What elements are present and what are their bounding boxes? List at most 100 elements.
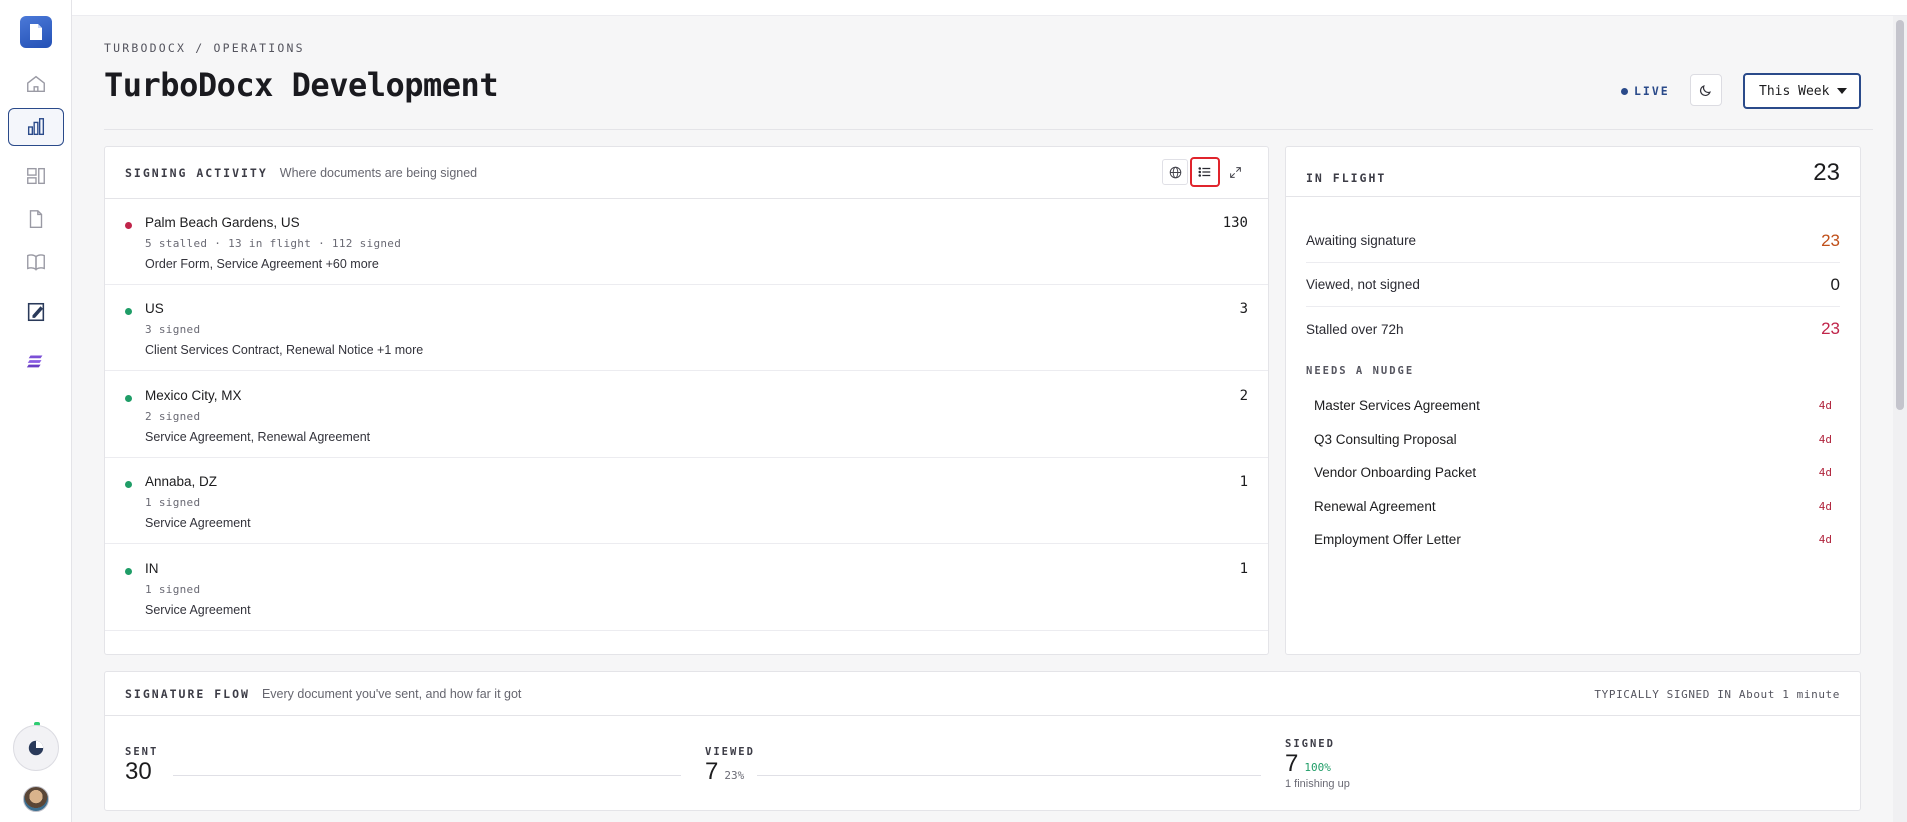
location-row[interactable]: IN 1 signed Service Agreement 1 xyxy=(105,545,1268,631)
typical-sign-time: TYPICALLY SIGNED IN About 1 minute xyxy=(1594,688,1840,701)
expand-button[interactable] xyxy=(1222,159,1248,185)
location-count: 130 xyxy=(1222,215,1248,231)
breadcrumb: TURBODOCX / OPERATIONS xyxy=(104,41,305,55)
location-stats: 5 stalled · 13 in flight · 112 signed xyxy=(145,237,402,250)
app-logo[interactable] xyxy=(20,16,52,48)
sidebar-item-documents[interactable] xyxy=(8,200,64,238)
nudge-item[interactable]: Vendor Onboarding Packet 4d xyxy=(1314,461,1832,483)
in-flight-header: IN FLIGHT 23 xyxy=(1286,147,1860,197)
location-status-dot xyxy=(125,395,132,402)
bar-chart-icon xyxy=(27,118,45,136)
date-range-value: This Week xyxy=(1759,83,1830,99)
document-icon xyxy=(29,210,43,228)
location-documents: Client Services Contract, Renewal Notice… xyxy=(145,343,424,357)
theme-toggle-button[interactable] xyxy=(1690,74,1722,106)
location-row[interactable]: Mexico City, MX 2 signed Service Agreeme… xyxy=(105,372,1268,458)
location-name: US xyxy=(145,301,164,316)
live-label: LIVE xyxy=(1634,84,1670,98)
nudge-item[interactable]: Renewal Agreement 4d xyxy=(1314,495,1832,517)
location-stats: 3 signed xyxy=(145,323,201,336)
scrollbar-thumb[interactable] xyxy=(1896,20,1904,410)
flow-stage-viewed: VIEWED 7 23% xyxy=(705,746,755,786)
location-row[interactable]: US 3 signed Client Services Contract, Re… xyxy=(105,285,1268,371)
sidebar-item-library[interactable] xyxy=(8,243,64,281)
metric-viewed-not-signed[interactable]: Viewed, not signed 0 xyxy=(1306,263,1840,307)
location-status-dot xyxy=(125,222,132,229)
usage-button[interactable] xyxy=(13,725,59,771)
sidebar-item-brand[interactable] xyxy=(8,342,64,380)
location-documents: Service Agreement xyxy=(145,516,251,530)
location-status-dot xyxy=(125,481,132,488)
metric-value: 23 xyxy=(1821,319,1840,338)
location-stats: 1 signed xyxy=(145,583,201,596)
location-count: 2 xyxy=(1239,388,1248,404)
stage-note: 1 finishing up xyxy=(1285,778,1350,790)
user-avatar[interactable] xyxy=(23,786,49,812)
location-row[interactable]: Annaba, DZ 1 signed Service Agreement 1 xyxy=(105,458,1268,544)
metric-awaiting-signature[interactable]: Awaiting signature 23 xyxy=(1306,219,1840,263)
list-view-button[interactable] xyxy=(1190,157,1220,187)
stage-percent: 23% xyxy=(724,769,745,782)
in-flight-total: 23 xyxy=(1813,159,1840,186)
metric-value: 23 xyxy=(1821,230,1840,250)
signature-flow-label: SIGNATURE FLOW xyxy=(125,686,250,701)
nudge-age: 4d xyxy=(1818,532,1832,546)
page-title: TurboDocx Development xyxy=(104,66,499,104)
stage-value: 30 xyxy=(125,758,152,785)
view-toggle-group xyxy=(1162,157,1248,187)
location-stats: 1 signed xyxy=(145,496,201,509)
stage-percent: 100% xyxy=(1304,761,1331,774)
page-scrollbar[interactable] xyxy=(1893,16,1907,822)
metric-label: Viewed, not signed xyxy=(1306,277,1420,292)
metric-label: Awaiting signature xyxy=(1306,233,1417,248)
sidebar-item-home[interactable] xyxy=(8,65,64,103)
stage-label: SENT xyxy=(125,746,159,758)
stage-value: 7 xyxy=(1285,750,1299,777)
nudge-item[interactable]: Employment Offer Letter 4d xyxy=(1314,528,1832,550)
sidebar-item-dashboard[interactable] xyxy=(8,157,64,195)
location-count: 1 xyxy=(1239,474,1248,490)
location-row[interactable]: Palm Beach Gardens, US 5 stalled · 13 in… xyxy=(105,199,1268,285)
flow-connector xyxy=(757,775,1261,776)
app-root: TURBODOCX / OPERATIONS TurboDocx Develop… xyxy=(0,0,1907,822)
globe-icon xyxy=(1169,166,1181,178)
location-status-dot xyxy=(125,568,132,575)
stage-label: VIEWED xyxy=(705,746,755,758)
metric-stalled[interactable]: Stalled over 72h 23 xyxy=(1306,307,1840,351)
location-name: Mexico City, MX xyxy=(145,388,242,403)
nudge-item[interactable]: Master Services Agreement 4d xyxy=(1314,394,1832,416)
live-dot-icon xyxy=(1621,87,1628,95)
signing-activity-card: SIGNING ACTIVITY Where documents are bei… xyxy=(104,146,1269,655)
location-status-dot xyxy=(125,308,132,315)
map-view-button[interactable] xyxy=(1162,159,1188,185)
top-strip xyxy=(72,0,1907,16)
location-stats: 2 signed xyxy=(145,410,201,423)
location-name: Palm Beach Gardens, US xyxy=(145,215,300,230)
moon-icon xyxy=(1700,85,1711,96)
nudge-item[interactable]: Q3 Consulting Proposal 4d xyxy=(1314,428,1832,450)
sidebar-item-analytics[interactable] xyxy=(8,108,64,146)
signature-flow-card: SIGNATURE FLOW Every document you've sen… xyxy=(104,671,1861,811)
live-indicator: LIVE xyxy=(1621,84,1670,98)
nudge-age: 4d xyxy=(1818,398,1832,412)
location-name: Annaba, DZ xyxy=(145,474,218,489)
nudge-age: 4d xyxy=(1818,499,1832,513)
expand-icon xyxy=(1229,166,1241,178)
location-documents: Service Agreement, Renewal Agreement xyxy=(145,430,371,444)
chevron-down-icon xyxy=(1837,88,1847,94)
location-documents: Service Agreement xyxy=(145,603,251,617)
nudge-age: 4d xyxy=(1818,465,1832,479)
nudge-title: Master Services Agreement xyxy=(1314,397,1480,413)
book-icon xyxy=(27,254,45,271)
flow-stage-sent: SENT 30 xyxy=(125,746,158,786)
sidebar-item-sign[interactable] xyxy=(8,293,64,331)
date-range-select[interactable]: This Week xyxy=(1743,73,1861,109)
logo-document-icon xyxy=(30,24,42,40)
location-documents: Order Form, Service Agreement +60 more xyxy=(145,257,379,271)
in-flight-card: IN FLIGHT 23 Awaiting signature 23 Viewe… xyxy=(1285,146,1861,655)
location-name: IN xyxy=(145,561,159,576)
nudge-title: Employment Offer Letter xyxy=(1314,531,1461,547)
nudge-age: 4d xyxy=(1818,432,1832,446)
metric-value: 0 xyxy=(1830,274,1840,294)
metric-label: Stalled over 72h xyxy=(1306,321,1404,337)
